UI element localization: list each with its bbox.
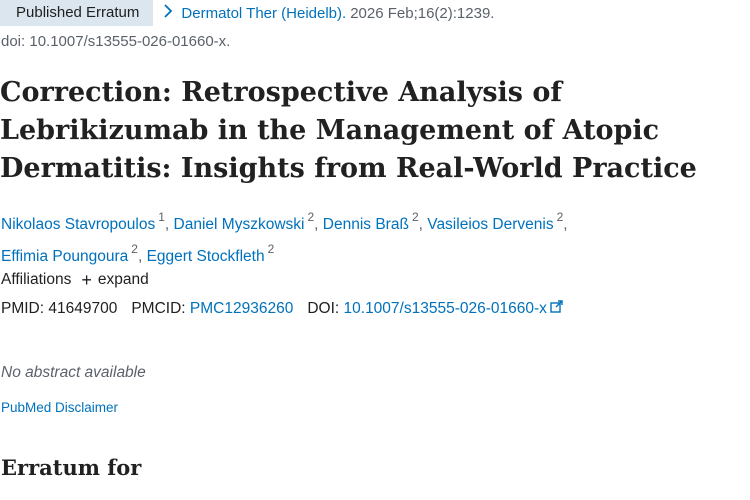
author-list: Nikolaos Stavropoulos 1, Daniel Myszkowsk… [1, 206, 746, 270]
citation-header: Published Erratum Dermatol Ther (Heidelb… [0, 0, 494, 26]
doi-label: DOI: [307, 300, 340, 317]
separator: , [563, 216, 568, 234]
page-title: Correction: Retrospective Analysis of Le… [0, 77, 697, 184]
citation-details: 2026 Feb;16(2):1239. [350, 4, 495, 22]
no-abstract-note: No abstract available [1, 364, 146, 381]
expand-label: expand [97, 271, 149, 288]
erratum-for-heading: Erratum for [1, 455, 142, 480]
identifiers-row: PMID: 41649700 PMCID: PMC12936260 DOI: 1… [1, 300, 563, 318]
journal-link[interactable]: Dermatol Ther (Heidelb). [181, 5, 346, 22]
pmid-value: 41649700 [48, 300, 118, 317]
affiliation-number[interactable]: 2 [131, 242, 138, 256]
affiliation-number[interactable]: 2 [412, 210, 419, 224]
pmcid-link[interactable]: PMC12936260 [190, 300, 293, 318]
author-link[interactable]: Daniel Myszkowski [174, 216, 305, 233]
plus-icon: + [81, 270, 92, 290]
affiliations-row: Affiliations + expand [1, 271, 149, 289]
affiliations-label: Affiliations [1, 271, 72, 288]
author-link[interactable]: Vasileios Dervenis [427, 216, 553, 233]
author-link[interactable]: Effimia Poungoura [1, 248, 128, 265]
separator: , [164, 216, 174, 234]
pubmed-disclaimer-link[interactable]: PubMed Disclaimer [1, 400, 118, 415]
affiliation-number[interactable]: 1 [158, 210, 165, 224]
doi-link[interactable]: 10.1007/s13555-026-01660-x [344, 300, 547, 318]
pmid-label: PMID: [1, 300, 45, 317]
expand-affiliations-button[interactable]: + expand [81, 271, 148, 289]
author-link[interactable]: Eggert Stockfleth [147, 248, 265, 265]
affiliation-number[interactable]: 2 [268, 242, 275, 256]
external-link-icon[interactable] [550, 300, 563, 318]
author-link[interactable]: Dennis Braß [323, 216, 409, 233]
affiliation-number[interactable]: 2 [557, 210, 564, 224]
separator: , [137, 248, 147, 266]
article-type-badge: Published Erratum [0, 0, 154, 26]
separator: , [418, 216, 428, 234]
author-link[interactable]: Nikolaos Stavropoulos [1, 216, 155, 233]
separator: , [314, 216, 323, 234]
chevron-right-icon[interactable] [163, 4, 181, 22]
pmcid-label: PMCID: [131, 300, 186, 317]
affiliation-number[interactable]: 2 [307, 210, 314, 224]
doi-line: doi: 10.1007/s13555-026-01660-x. [1, 33, 231, 50]
